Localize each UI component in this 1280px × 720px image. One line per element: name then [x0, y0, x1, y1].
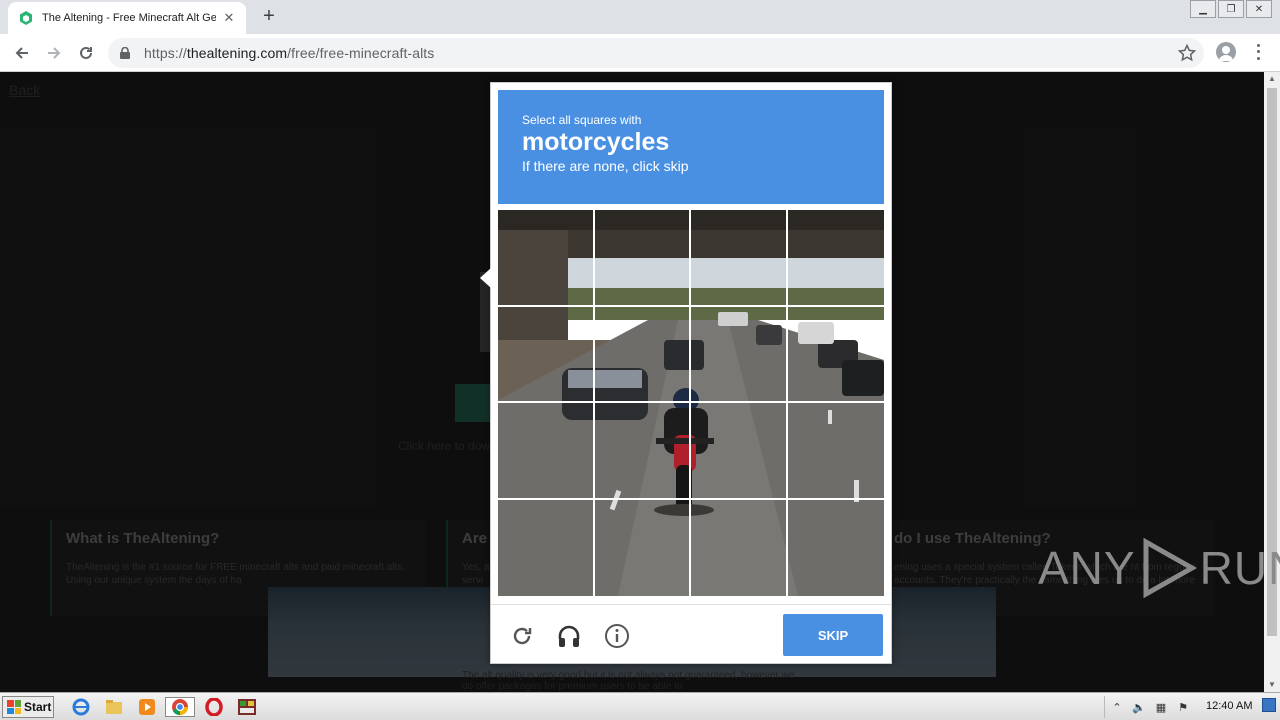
captcha-header: Select all squares with motorcycles If t… [498, 90, 884, 204]
taskbar-clock[interactable]: 12:40 AM [1206, 700, 1252, 712]
captcha-tile[interactable] [594, 210, 691, 307]
url-text: https://thealtening.com/free/free-minecr… [144, 45, 435, 61]
captcha-tile[interactable] [691, 403, 788, 500]
media-player-icon[interactable] [136, 697, 158, 717]
captcha-tile[interactable] [787, 210, 884, 307]
minimize-icon[interactable]: ▁ [1190, 0, 1216, 18]
opera-icon[interactable] [203, 697, 225, 717]
bookmark-star-icon[interactable] [1177, 43, 1197, 62]
app-taskbar-icon[interactable] [236, 697, 258, 717]
profile-avatar-icon[interactable] [1216, 42, 1236, 62]
reload-icon[interactable] [74, 41, 98, 65]
skip-button[interactable]: SKIP [783, 614, 883, 656]
network-icon[interactable]: ▦ [1153, 699, 1169, 715]
windows-logo-icon [7, 700, 21, 714]
new-tab-button[interactable]: + [258, 6, 280, 28]
audio-challenge-icon[interactable] [556, 623, 582, 649]
windows-taskbar: Start ⌃ 🔈 ▦ ⚑ 12:40 AM [0, 692, 1280, 720]
captcha-tile[interactable] [498, 210, 595, 307]
window-controls: ▁ ❐ ✕ [1190, 0, 1272, 18]
captcha-tile[interactable] [595, 499, 691, 596]
card-title: What is TheAltening? [66, 530, 220, 547]
captcha-tile[interactable] [498, 403, 595, 500]
browser-tab[interactable]: The Altening - Free Minecraft Alt Gen ✕ [8, 2, 246, 34]
captcha-tile[interactable] [691, 499, 788, 596]
play-logo-icon [1143, 538, 1197, 598]
scroll-down-icon[interactable]: ▼ [1264, 678, 1280, 692]
info-card-what: What is TheAltening? TheAltening is the … [50, 520, 426, 616]
close-window-icon[interactable]: ✕ [1246, 0, 1272, 18]
captcha-tile[interactable] [787, 307, 884, 403]
volume-icon[interactable]: 🔈 [1131, 699, 1147, 715]
vertical-scrollbar[interactable]: ▲ ▼ [1264, 72, 1280, 692]
captcha-instruction: Select all squares with [522, 113, 642, 127]
generate-button[interactable] [455, 384, 495, 422]
browser-menu-icon[interactable] [1250, 42, 1266, 62]
start-button[interactable]: Start [2, 696, 54, 718]
forward-arrow-icon[interactable] [42, 41, 66, 65]
captcha-tile[interactable] [787, 403, 884, 500]
captcha-tile[interactable] [788, 500, 885, 597]
captcha-tile[interactable] [498, 306, 595, 403]
lock-icon [120, 46, 134, 60]
card-text: Yes, a servi [462, 562, 490, 586]
captcha-tile[interactable] [594, 306, 691, 403]
tab-strip: The Altening - Free Minecraft Alt Gen ✕ … [0, 0, 1280, 34]
action-center-flag-icon[interactable]: ⚑ [1175, 699, 1191, 715]
captcha-tile[interactable] [498, 499, 595, 596]
back-link[interactable]: Back [9, 82, 40, 98]
card-text: TheAltening is the #1 source for FREE mi… [66, 562, 406, 586]
restore-icon[interactable]: ❐ [1218, 0, 1244, 18]
captcha-dialog: Select all squares with motorcycles If t… [490, 82, 892, 664]
altening-favicon-icon [18, 10, 34, 26]
card-title: Are [462, 530, 488, 547]
tab-close-icon[interactable]: ✕ [222, 10, 236, 26]
tray-expand-icon[interactable]: ⌃ [1109, 699, 1125, 715]
captcha-tile[interactable] [691, 306, 788, 403]
browser-toolbar: https://thealtening.com/free/free-minecr… [0, 34, 1280, 72]
anyrun-watermark: ANY RUN [1038, 538, 1280, 598]
captcha-footer: SKIP [491, 604, 891, 664]
captcha-tile[interactable] [594, 403, 691, 500]
captcha-tile-grid [498, 210, 884, 596]
scroll-up-icon[interactable]: ▲ [1264, 72, 1280, 86]
back-arrow-icon[interactable] [10, 41, 34, 65]
captcha-image-grid [498, 210, 884, 596]
refresh-icon[interactable] [509, 623, 535, 649]
captcha-subtext: If there are none, click skip [522, 158, 689, 174]
tab-title: The Altening - Free Minecraft Alt Gen [42, 12, 216, 24]
internet-explorer-icon[interactable] [70, 697, 92, 717]
captcha-pointer [480, 268, 491, 288]
file-explorer-icon[interactable] [103, 697, 125, 717]
captcha-tile[interactable] [691, 210, 788, 307]
watermark-left: ANY [1038, 542, 1136, 594]
info-icon[interactable] [604, 623, 630, 649]
download-hint: Click here to dow [398, 439, 491, 453]
captcha-keyword: motorcycles [522, 128, 670, 156]
address-bar[interactable]: https://thealtening.com/free/free-minecr… [108, 38, 1204, 68]
watermark-right: RUN [1199, 542, 1280, 594]
system-tray: ⌃ 🔈 ▦ ⚑ [1104, 696, 1191, 718]
show-desktop-icon[interactable] [1262, 698, 1276, 712]
start-label: Start [24, 700, 52, 714]
chrome-taskbar-icon[interactable] [165, 697, 195, 717]
bottom-text: The alt quality is very good but it is n… [462, 670, 795, 692]
